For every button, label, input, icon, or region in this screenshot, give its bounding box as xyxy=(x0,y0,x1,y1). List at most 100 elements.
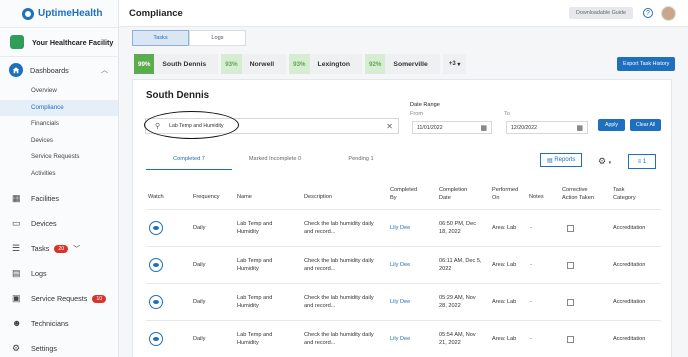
tab-marked-incomplete[interactable]: Marked Incomplete 0 xyxy=(232,156,318,170)
more-facilities-dropdown[interactable]: +3 ▾ xyxy=(442,54,467,74)
cell-line: Check the lab humidity daily xyxy=(304,332,374,338)
top-header: Compliance Downloadable Guide ? xyxy=(119,0,688,27)
filter-button[interactable]: ≡ 1 xyxy=(628,154,656,169)
corrective-action-checkbox[interactable] xyxy=(567,262,574,269)
calendar-icon[interactable]: ▦ xyxy=(576,124,583,132)
help-icon[interactable]: ? xyxy=(643,8,653,18)
sidebar-item-technicians[interactable]: ☻ Technicians xyxy=(0,311,118,336)
export-task-history-button[interactable]: Export Task History xyxy=(617,57,676,71)
watch-eye-icon[interactable] xyxy=(149,295,163,309)
col-notes[interactable]: Notes xyxy=(529,193,544,201)
clear-all-button[interactable]: Clear All xyxy=(630,119,662,131)
completed-by-link[interactable]: Lily Dee xyxy=(390,261,410,269)
corrective-action-checkbox[interactable] xyxy=(567,336,574,343)
tasks-count-badge: 20 xyxy=(54,244,69,253)
col-corrective-action[interactable]: Corrective Action Taken xyxy=(562,186,594,202)
cell-line: Lab Temp and xyxy=(237,258,273,264)
name-cell: Lab Temp and Humidity xyxy=(237,294,272,310)
sidebar-item-facilities[interactable]: ▦ Facilities xyxy=(0,186,118,211)
sidebar-subitem-compliance[interactable]: Compliance xyxy=(0,99,118,116)
tab-tasks[interactable]: Tasks xyxy=(132,30,189,46)
report-icon: ▤ xyxy=(547,157,553,164)
table-row[interactable]: Daily Lab Temp and Humidity Check the lab… xyxy=(146,247,661,284)
search-field[interactable]: ⚲ ✕ xyxy=(145,118,399,134)
chevron-up-icon[interactable]: ︿ xyxy=(101,65,108,75)
table-row[interactable]: Daily Lab Temp and Humidity Check the lab… xyxy=(146,284,661,321)
col-description[interactable]: Description xyxy=(304,193,332,201)
avatar[interactable] xyxy=(661,5,676,21)
table-row[interactable]: Daily Lab Temp and Humidity Check the lab… xyxy=(146,321,661,357)
completed-by-link[interactable]: Lily Dee xyxy=(390,224,410,232)
to-label: To xyxy=(504,111,510,117)
sidebar-subitem-financials[interactable]: Financials xyxy=(0,116,118,133)
table-row[interactable]: Daily Lab Temp and Humidity Check the lab… xyxy=(146,210,661,247)
col-completion-date[interactable]: Completion Date xyxy=(439,186,467,202)
category-cell: Accreditation xyxy=(613,299,646,305)
date-range-label: Date Range xyxy=(410,102,440,108)
service-icon: ▣ xyxy=(12,293,21,303)
apply-button[interactable]: Apply xyxy=(598,119,625,131)
table-settings-gear-icon[interactable]: ⚙ ▾ xyxy=(598,156,611,167)
header-line: By xyxy=(390,195,397,201)
to-date-input[interactable]: 12/20/2022 ▦ xyxy=(506,121,588,134)
cell-line: Check the lab humidity daily xyxy=(304,258,374,264)
watch-eye-icon[interactable] xyxy=(149,221,163,235)
header-line: On xyxy=(492,195,500,201)
sidebar-subitem-overview[interactable]: Overview xyxy=(0,83,118,100)
sidebar-item-dashboards[interactable]: Dashboards ︿ xyxy=(0,57,118,83)
reports-label: Reports xyxy=(554,157,576,163)
sidebar-item-label: Service Requests xyxy=(31,294,88,303)
downloadable-guide-button[interactable]: Downloadable Guide xyxy=(568,7,633,19)
col-task-category[interactable]: Task Category xyxy=(613,186,636,202)
sidebar-subitem-service-requests[interactable]: Service Requests xyxy=(0,149,118,166)
from-date-input[interactable]: 11/01/2022 ▦ xyxy=(412,121,492,134)
sidebar-subitem-activities[interactable]: Activities xyxy=(0,166,118,183)
reports-button[interactable]: ▤ Reports xyxy=(540,153,583,167)
tab-completed[interactable]: Completed 7 xyxy=(146,156,232,170)
sidebar-subitem-devices[interactable]: Devices xyxy=(0,133,118,150)
facility-chip-name: South Dennis xyxy=(162,60,207,68)
cell-line: Lab Temp and xyxy=(237,221,273,227)
performed-on-cell: Area: Lab xyxy=(492,262,517,268)
col-watch[interactable]: Watch xyxy=(148,193,164,201)
facility-chip-lexington[interactable]: 93% Lexington xyxy=(289,54,363,74)
chevron-down-icon[interactable]: ﹀ xyxy=(73,244,80,254)
notes-cell: - xyxy=(530,262,532,268)
sidebar-item-service-requests[interactable]: ▣ Service Requests 10 xyxy=(0,286,118,311)
completed-by-link[interactable]: Lily Dee xyxy=(390,298,410,306)
col-name[interactable]: Name xyxy=(237,193,252,201)
corrective-action-checkbox[interactable] xyxy=(567,299,574,306)
sidebar-item-label: Settings xyxy=(31,344,57,353)
frequency-cell: Daily xyxy=(193,225,206,231)
tab-logs[interactable]: Logs xyxy=(189,30,246,46)
facility-chip-somerville[interactable]: 92% Somerville xyxy=(365,54,440,74)
facility-chip-south-dennis[interactable]: 99% South Dennis xyxy=(134,54,219,74)
table-header: Watch Frequency Name Description Complet… xyxy=(146,184,661,210)
sidebar-item-label: Devices xyxy=(31,219,57,228)
cell-line: Humidity xyxy=(237,266,259,272)
watch-eye-icon[interactable] xyxy=(149,332,163,346)
from-label: From xyxy=(410,111,424,117)
calendar-icon[interactable]: ▦ xyxy=(480,124,487,132)
tab-pending[interactable]: Pending 1 xyxy=(318,156,404,170)
sidebar-item-devices[interactable]: ▭ Devices xyxy=(0,211,118,236)
search-input[interactable] xyxy=(169,123,387,129)
clear-search-icon[interactable]: ✕ xyxy=(386,122,393,131)
corrective-action-checkbox[interactable] xyxy=(567,225,574,232)
sidebar-item-settings[interactable]: ⚙ Settings xyxy=(0,336,118,357)
watch-eye-icon[interactable] xyxy=(149,258,163,272)
sidebar-item-tasks[interactable]: ☰ Tasks 20 ﹀ xyxy=(0,236,118,261)
facility-name: Your Healthcare Facility xyxy=(32,37,114,47)
category-cell: Accreditation xyxy=(613,225,646,231)
brand[interactable]: UptimeHealth xyxy=(0,0,118,27)
col-performed-on[interactable]: Performed On xyxy=(492,186,518,202)
facility-selector[interactable]: Your Healthcare Facility xyxy=(0,27,118,57)
col-frequency[interactable]: Frequency xyxy=(193,193,219,201)
sidebar-item-label: Technicians xyxy=(31,319,69,328)
facility-chip-norwell[interactable]: 93% Norwell xyxy=(221,54,287,74)
completed-by-link[interactable]: Lily Dee xyxy=(390,335,410,343)
col-completed-by[interactable]: Completed By xyxy=(390,186,417,202)
sidebar-item-logs[interactable]: ▤ Logs xyxy=(0,261,118,286)
compliance-percent: 99% xyxy=(134,54,155,74)
header-line: Completion xyxy=(439,187,468,193)
